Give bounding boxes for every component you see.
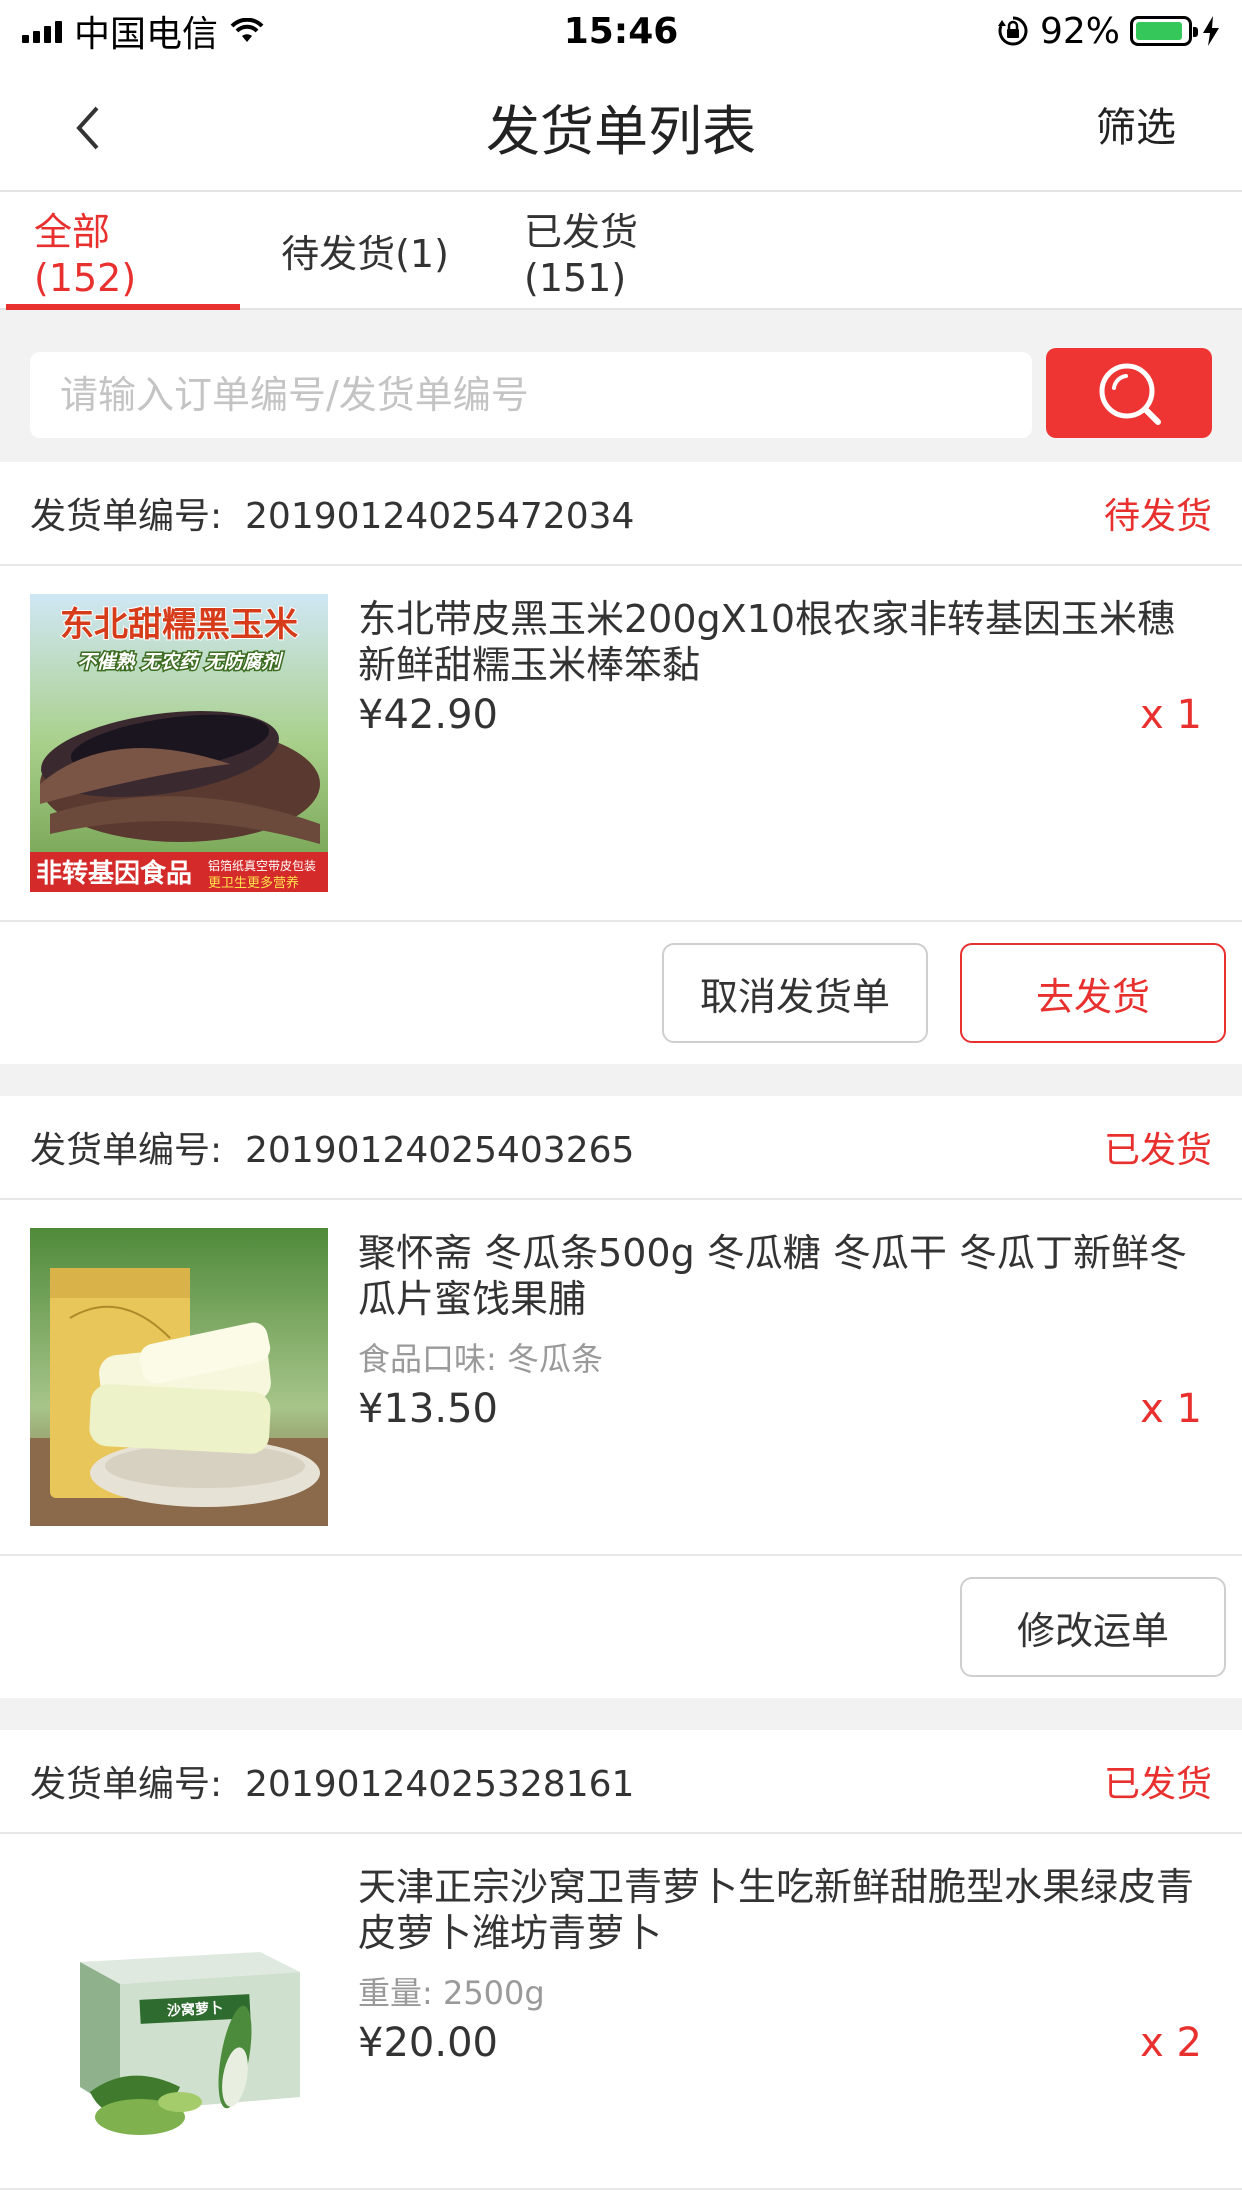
order-header: 发货单编号: 20190124025472034 待发货 <box>0 462 1242 566</box>
ship-button[interactable]: 去发货 <box>960 943 1226 1043</box>
product-price: ¥20.00 <box>358 2020 498 2066</box>
order-status: 已发货 <box>1103 1764 1212 1805</box>
search-bar <box>0 310 1242 462</box>
order-number-value: 20190124025403265 <box>245 1130 635 1171</box>
order-actions: 修改运单 <box>0 1556 1242 1698</box>
nav-bar: 发货单列表 筛选 <box>0 62 1242 192</box>
order-number-label: 发货单编号: <box>30 1764 223 1805</box>
product-quantity: x 1 <box>1140 1386 1202 1432</box>
tab-all[interactable]: 全部(152) <box>0 192 240 310</box>
back-button[interactable] <box>60 100 116 156</box>
image-note-1: 铝箔纸真空带皮包装 <box>208 858 316 873</box>
product-image <box>30 1228 328 1526</box>
order-number-value: 20190124025328161 <box>245 1764 635 1805</box>
product-title[interactable]: 聚怀斋 冬瓜条500g 冬瓜糖 冬瓜干 冬瓜丁新鲜冬瓜片蜜饯果脯 <box>358 1230 1210 1322</box>
product-quantity: x 1 <box>1140 692 1202 738</box>
tab-shipped[interactable]: 已发货(151) <box>490 192 750 308</box>
image-headline: 东北甜糯黑玉米 <box>60 605 298 645</box>
product-image: 东北甜糯黑玉米 不催熟 无农药 无防腐剂 非转基因食品 铝箔纸真空带皮包装 更卫… <box>30 594 328 892</box>
battery-percent: 92% <box>1039 10 1120 52</box>
order-card: 发货单编号: 20190124025403265 已发货 聚怀斋 冬瓜条500g… <box>0 1096 1242 1698</box>
order-status: 已发货 <box>1103 1130 1212 1171</box>
search-icon <box>1099 363 1161 425</box>
image-tagline: 不催熟 无农药 无防腐剂 <box>77 651 283 673</box>
page-title: 发货单列表 <box>486 99 756 163</box>
battery-fill <box>1136 22 1182 40</box>
order-number: 发货单编号: 20190124025328161 <box>30 1755 634 1807</box>
order-number-value: 20190124025472034 <box>245 496 635 537</box>
image-badge: 非转基因食品 <box>36 858 192 889</box>
signal-icon <box>22 19 62 43</box>
order-card: 发货单编号: 20190124025328161 已发货 沙窝萝卜 天津正宗沙窝… <box>0 1730 1242 2208</box>
filter-button[interactable]: 筛选 <box>1096 100 1176 156</box>
status-left: 中国电信 <box>22 5 264 57</box>
product-quantity: x 2 <box>1140 2020 1202 2066</box>
order-status: 待发货 <box>1103 496 1212 537</box>
cancel-shipment-button[interactable]: 取消发货单 <box>662 943 928 1043</box>
product-title[interactable]: 天津正宗沙窝卫青萝卜生吃新鲜甜脆型水果绿皮青皮萝卜潍坊青萝卜 <box>358 1864 1210 1956</box>
charging-icon <box>1203 16 1219 46</box>
status-right: 92% <box>996 11 1220 52</box>
product-row[interactable]: 东北甜糯黑玉米 不催熟 无农药 无防腐剂 非转基因食品 铝箔纸真空带皮包装 更卫… <box>0 566 1242 922</box>
edit-waybill-button[interactable]: 修改运单 <box>960 1577 1226 1677</box>
product-title[interactable]: 东北带皮黑玉米200gX10根农家非转基因玉米穗新鲜甜糯玉米棒笨黏 <box>358 596 1210 688</box>
product-row[interactable]: 沙窝萝卜 天津正宗沙窝卫青萝卜生吃新鲜甜脆型水果绿皮青皮萝卜潍坊青萝卜 重量: … <box>0 1834 1242 2190</box>
order-number-label: 发货单编号: <box>30 1130 223 1171</box>
image-note-2: 更卫生更多营养 <box>208 875 299 891</box>
status-tabs: 全部(152) 待发货(1) 已发货(151) <box>0 192 1242 310</box>
order-number: 发货单编号: 20190124025472034 <box>30 487 634 539</box>
product-spec: 重量: 2500g <box>358 1974 545 2012</box>
product-row[interactable]: 聚怀斋 冬瓜条500g 冬瓜糖 冬瓜干 冬瓜丁新鲜冬瓜片蜜饯果脯 食品口味: 冬… <box>0 1200 1242 1556</box>
search-button[interactable] <box>1046 348 1212 438</box>
chevron-left-icon <box>76 106 99 150</box>
status-bar: 中国电信 15:46 92% <box>0 0 1242 62</box>
order-card: 发货单编号: 20190124025472034 待发货 东北甜糯黑玉米 不催熟… <box>0 462 1242 1064</box>
order-header: 发货单编号: 20190124025328161 已发货 <box>0 1730 1242 1834</box>
product-price: ¥13.50 <box>358 1386 498 1432</box>
product-spec: 食品口味: 冬瓜条 <box>358 1340 603 1378</box>
order-header: 发货单编号: 20190124025403265 已发货 <box>0 1096 1242 1200</box>
order-number-label: 发货单编号: <box>30 496 223 537</box>
product-image: 沙窝萝卜 <box>30 1862 328 2160</box>
order-number: 发货单编号: 20190124025403265 <box>30 1121 634 1173</box>
tab-pending[interactable]: 待发货(1) <box>240 192 490 308</box>
product-price: ¥42.90 <box>358 692 498 738</box>
image-box-label: 沙窝萝卜 <box>167 2000 224 2020</box>
carrier-label: 中国电信 <box>74 14 219 55</box>
order-actions: 取消发货单 去发货 <box>0 922 1242 1064</box>
search-input[interactable] <box>30 352 1032 438</box>
wifi-icon <box>230 18 264 42</box>
orientation-lock-icon <box>997 16 1028 46</box>
battery-icon <box>1130 16 1198 46</box>
